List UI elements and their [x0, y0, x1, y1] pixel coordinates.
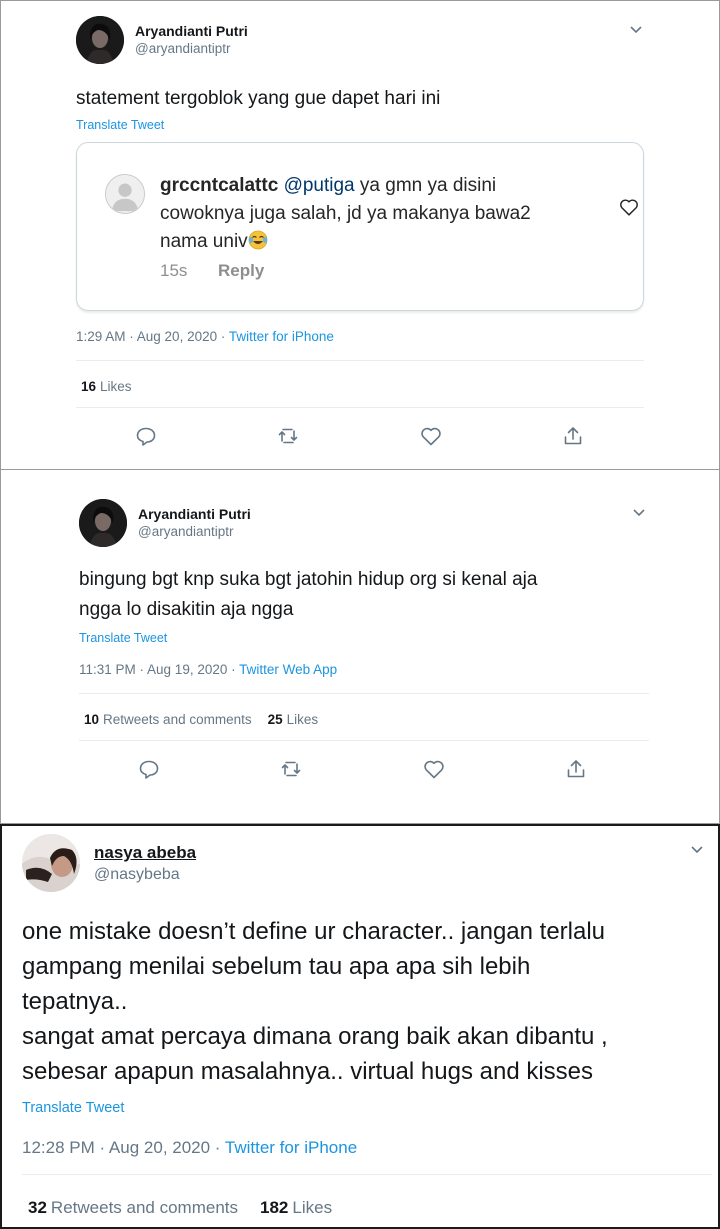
display-name[interactable]: nasya abeba — [94, 843, 196, 863]
likes-label: Likes — [100, 379, 132, 394]
user-handle[interactable]: @aryandiantiptr — [135, 41, 231, 56]
tweet-text-line: ngga lo disakitin aja ngga — [79, 599, 294, 620]
quoted-comment-card: grccntcalattc @putiga ya gmn ya disini c… — [76, 142, 644, 311]
divider — [79, 740, 649, 741]
translate-tweet-link[interactable]: Translate Tweet — [76, 118, 164, 132]
divider — [79, 693, 649, 694]
display-name[interactable]: Aryandianti Putri — [138, 506, 251, 522]
reply-icon[interactable] — [134, 424, 160, 450]
tweet-timestamp: 12:28 PM · Aug 20, 2020 · Twitter for iP… — [22, 1138, 357, 1158]
translate-tweet-link[interactable]: Translate Tweet — [79, 631, 167, 645]
source-link[interactable]: Twitter for iPhone — [229, 329, 334, 344]
retweets-stat[interactable]: 32 Retweets and comments — [28, 1198, 238, 1217]
avatar[interactable] — [22, 834, 80, 892]
likes-stat[interactable]: 182 Likes — [260, 1198, 332, 1217]
comment-like-icon[interactable] — [618, 196, 640, 218]
chevron-down-icon[interactable] — [628, 23, 644, 35]
retweets-count: 32 — [28, 1198, 47, 1217]
likes-stat[interactable]: 25 Likes — [268, 712, 319, 727]
divider — [22, 1174, 712, 1175]
tweet-timestamp: 1:29 AM · Aug 20, 2020 · Twitter for iPh… — [76, 329, 334, 344]
comment-text: grccntcalattc @putiga ya gmn ya disini c… — [160, 172, 560, 256]
tweet-card-3: nasya abeba @nasybeba one mistake doesn’… — [0, 824, 720, 1229]
commenter-username[interactable]: grccntcalattc — [160, 175, 278, 196]
tweet-stats: 32 Retweets and comments 182 Likes — [28, 1198, 332, 1218]
tweet-card-1: Aryandianti Putri @aryandiantiptr statem… — [0, 0, 720, 470]
retweet-icon[interactable] — [276, 424, 302, 450]
likes-count: 25 — [267, 712, 283, 727]
timestamp-text[interactable]: 12:28 PM · Aug 20, 2020 · — [22, 1138, 225, 1157]
share-icon[interactable] — [561, 424, 587, 450]
comment-time: 15s — [160, 261, 188, 280]
tweet-text-line: sebesar apapun masalahnya.. virtual hugs… — [22, 1058, 594, 1085]
tweet-text-line: bingung bgt knp suka bgt jatohin hidup o… — [79, 569, 538, 590]
retweets-stat[interactable]: 10 Retweets and comments — [84, 712, 252, 727]
divider — [76, 407, 644, 408]
chevron-down-icon[interactable] — [631, 506, 647, 518]
like-icon[interactable] — [422, 757, 448, 783]
likes-count: 16 — [81, 379, 97, 394]
timestamp-text[interactable]: 1:29 AM · Aug 20, 2020 · — [76, 329, 229, 344]
likes-count: 182 — [260, 1198, 289, 1217]
retweet-icon[interactable] — [279, 757, 305, 783]
tweet-stats: 10 Retweets and comments 25 Likes — [84, 712, 318, 727]
tweet-text-line: gampang menilai sebelum tau apa apa sih … — [22, 953, 531, 980]
tweet-text-line: one mistake doesn’t define ur character.… — [22, 918, 606, 945]
source-link[interactable]: Twitter for iPhone — [225, 1138, 357, 1157]
tweet-text-line: tepatnya.. — [22, 988, 128, 1015]
tweet-text: bingung bgt knp suka bgt jatohin hidup o… — [79, 565, 537, 625]
tweet-card-2: Aryandianti Putri @aryandiantiptr bingun… — [0, 470, 720, 824]
translate-tweet-link[interactable]: Translate Tweet — [22, 1100, 124, 1116]
user-handle[interactable]: @aryandiantiptr — [138, 524, 234, 539]
share-icon[interactable] — [564, 757, 590, 783]
display-name[interactable]: Aryandianti Putri — [135, 23, 248, 39]
source-link[interactable]: Twitter Web App — [239, 662, 337, 677]
commenter-avatar[interactable] — [105, 174, 145, 214]
tweet-text-line: sangat amat percaya dimana orang baik ak… — [22, 1023, 608, 1050]
tweet-text: one mistake doesn’t define ur character.… — [22, 914, 608, 1089]
tweet-timestamp: 11:31 PM · Aug 19, 2020 · Twitter Web Ap… — [79, 662, 337, 677]
tweet-text: statement tergoblok yang gue dapet hari … — [76, 88, 441, 109]
user-handle[interactable]: @nasybeba — [94, 866, 180, 884]
avatar[interactable] — [79, 499, 127, 547]
comment-reply-button[interactable]: Reply — [218, 261, 264, 281]
chevron-down-icon[interactable] — [689, 843, 705, 855]
retweets-count: 10 — [84, 712, 100, 727]
likes-label: Likes — [286, 712, 319, 727]
retweets-label: Retweets and comments — [103, 712, 252, 727]
divider — [76, 360, 644, 361]
avatar[interactable] — [76, 16, 124, 64]
likes-stat[interactable]: 16 Likes — [81, 379, 132, 394]
like-icon[interactable] — [419, 424, 445, 450]
face-with-tears-of-joy-emoji — [248, 230, 268, 250]
likes-label: Likes — [292, 1198, 333, 1217]
retweets-label: Retweets and comments — [50, 1198, 239, 1217]
tweet-stats: 16 Likes — [81, 379, 132, 394]
comment-mention[interactable]: @putiga — [284, 175, 355, 196]
timestamp-text[interactable]: 11:31 PM · Aug 19, 2020 · — [79, 662, 239, 677]
reply-icon[interactable] — [137, 757, 163, 783]
